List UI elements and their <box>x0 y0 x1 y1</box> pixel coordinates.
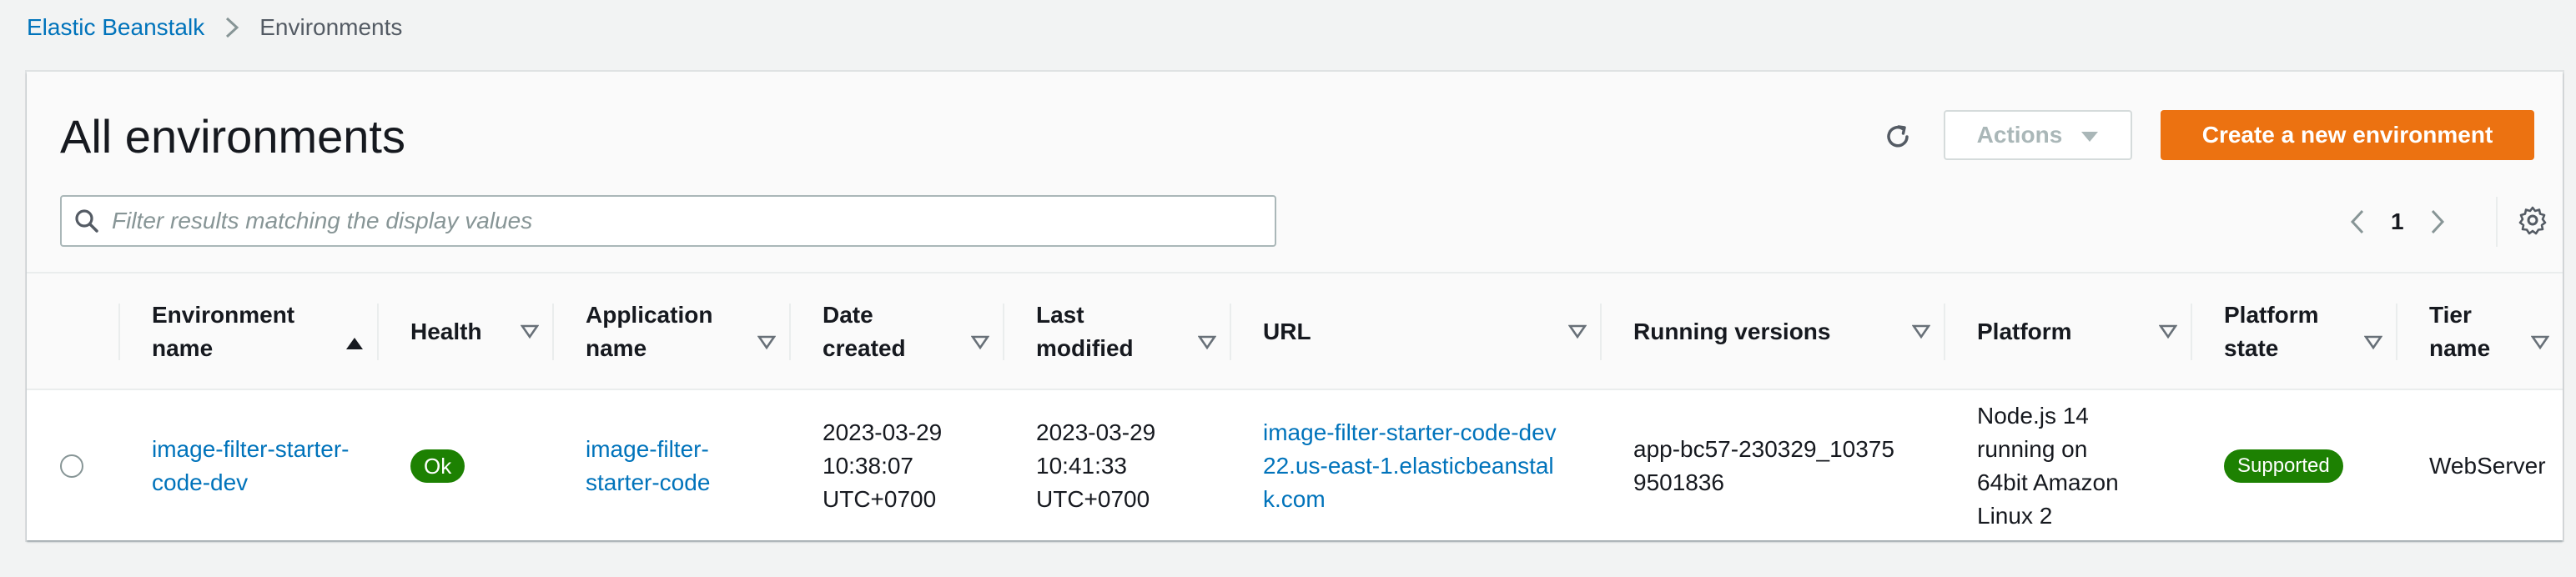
sortable-caret-icon <box>2159 324 2177 339</box>
actions-dropdown-button[interactable]: Actions <box>1944 110 2132 160</box>
chevron-right-icon[interactable] <box>2414 198 2461 245</box>
filter-field[interactable] <box>60 195 1276 247</box>
platform-state-badge: Supported <box>2224 449 2343 483</box>
breadcrumb: Elastic Beanstalk Environments <box>27 13 402 42</box>
caret-down-icon <box>2080 122 2099 148</box>
platform-cell: Node.js 14 running on 64bit Amazon Linux… <box>1944 392 2191 540</box>
tier-name-value: WebServer <box>2429 453 2546 479</box>
running-version-value: app-bc57-230329_103759501836 <box>1633 436 1894 495</box>
environments-table-container: All environments Actions Create a new en… <box>27 72 2563 540</box>
sortable-caret-icon <box>971 299 989 365</box>
current-page-number[interactable]: 1 <box>2391 208 2404 235</box>
column-header-application-name[interactable]: Application name <box>552 273 789 390</box>
platform-value: Node.js 14 running on 64bit Amazon Linux… <box>1977 403 2119 529</box>
health-cell: Ok <box>377 392 552 540</box>
running-versions-cell: app-bc57-230329_103759501836 <box>1600 392 1944 540</box>
date-created-cell: 2023-03-29 10:38:07 UTC+0700 <box>789 392 1003 540</box>
refresh-icon <box>1883 122 1913 156</box>
column-header-last-modified[interactable]: Last modified <box>1003 273 1230 390</box>
row-select-cell <box>27 392 118 540</box>
column-header-environment-name[interactable]: Environment name <box>118 273 377 390</box>
environment-url-link[interactable]: image-filter-starter-code-dev22.us-east-… <box>1263 416 1563 516</box>
sortable-caret-icon <box>2531 299 2549 365</box>
filter-input[interactable] <box>112 197 1275 245</box>
create-environment-button[interactable]: Create a new environment <box>2161 110 2534 160</box>
environment-name-cell: image-filter-starter-code-dev <box>118 392 377 540</box>
tier-name-cell: WebServer <box>2396 392 2563 540</box>
column-header-platform[interactable]: Platform <box>1944 273 2191 390</box>
sortable-caret-icon <box>757 299 776 365</box>
sortable-caret-icon <box>1568 324 1587 339</box>
breadcrumb-link-elastic-beanstalk[interactable]: Elastic Beanstalk <box>27 14 204 41</box>
last-modified-value: 2023-03-29 10:41:33 UTC+0700 <box>1036 419 1156 512</box>
application-name-cell: image-filter-starter-code <box>552 392 789 540</box>
chevron-left-icon[interactable] <box>2334 198 2381 245</box>
column-header-health[interactable]: Health <box>377 273 552 390</box>
column-header-select <box>27 273 118 390</box>
gear-icon <box>2518 205 2548 239</box>
page-title: All environments <box>60 110 405 163</box>
sort-ascending-icon <box>345 299 364 365</box>
table-header-region: All environments Actions Create a new en… <box>27 72 2563 273</box>
sortable-caret-icon <box>521 324 539 339</box>
divider <box>2496 197 2498 247</box>
sortable-caret-icon <box>1912 324 1930 339</box>
health-status-badge: Ok <box>410 449 465 483</box>
platform-state-cell: Supported <box>2191 392 2396 540</box>
environment-name-link[interactable]: image-filter-starter-code-dev <box>152 433 352 499</box>
application-name-link[interactable]: image-filter-starter-code <box>586 433 744 499</box>
date-created-value: 2023-03-29 10:38:07 UTC+0700 <box>823 419 943 512</box>
sortable-caret-icon <box>2364 299 2382 365</box>
refresh-button[interactable] <box>1872 115 1924 162</box>
preferences-button[interactable] <box>2509 198 2556 245</box>
row-select-radio[interactable] <box>60 454 83 478</box>
column-header-date-created[interactable]: Date created <box>789 273 1003 390</box>
url-cell: image-filter-starter-code-dev22.us-east-… <box>1230 392 1600 540</box>
actions-label: Actions <box>1976 122 2063 148</box>
column-header-url[interactable]: URL <box>1230 273 1600 390</box>
search-icon <box>62 208 112 233</box>
column-header-running-versions[interactable]: Running versions <box>1600 273 1944 390</box>
pagination: 1 <box>2334 197 2461 247</box>
table-head: Environment name Health Application name… <box>27 273 2563 390</box>
table-row[interactable]: image-filter-starter-code-dev Ok image-f… <box>27 392 2563 540</box>
column-header-tier-name[interactable]: Tier name <box>2396 273 2563 390</box>
breadcrumb-current: Environments <box>259 14 403 40</box>
column-header-platform-state[interactable]: Platform state <box>2191 273 2396 390</box>
sortable-caret-icon <box>1198 299 1216 365</box>
chevron-right-icon <box>224 17 239 38</box>
last-modified-cell: 2023-03-29 10:41:33 UTC+0700 <box>1003 392 1230 540</box>
